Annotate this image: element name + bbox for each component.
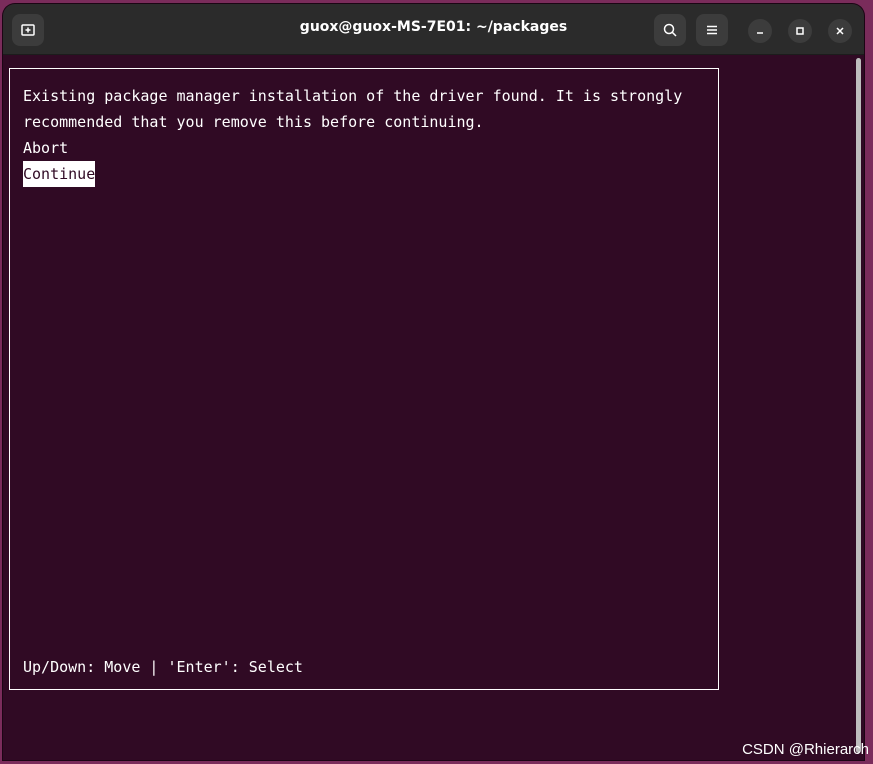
watermark: CSDN @Rhierarch xyxy=(742,741,869,758)
scrollbar[interactable] xyxy=(856,58,861,753)
dialog-message: Existing package manager installation of… xyxy=(23,83,682,135)
close-icon xyxy=(836,27,844,35)
minimize-icon xyxy=(757,32,763,34)
key-hint: Up/Down: Move | 'Enter': Select xyxy=(23,658,303,676)
search-icon xyxy=(663,23,677,37)
titlebar: guox@guox-MS-7E01: ~/packages xyxy=(3,4,864,55)
menu-button[interactable] xyxy=(696,14,728,46)
option-continue[interactable]: Continue xyxy=(23,161,96,187)
maximize-icon xyxy=(796,27,804,35)
installer-dialog: Existing package manager installation of… xyxy=(9,68,719,690)
message-line-2: recommended that you remove this before … xyxy=(23,113,484,131)
option-abort[interactable]: Abort xyxy=(23,135,68,161)
search-button[interactable] xyxy=(654,14,686,46)
close-button[interactable] xyxy=(828,19,852,43)
message-line-1: Existing package manager installation of… xyxy=(23,87,683,105)
window-title: guox@guox-MS-7E01: ~/packages xyxy=(299,19,568,35)
terminal-area[interactable]: Existing package manager installation of… xyxy=(3,55,864,760)
minimize-button[interactable] xyxy=(748,19,772,43)
maximize-button[interactable] xyxy=(788,19,812,43)
terminal-window: guox@guox-MS-7E01: ~/packages Existing p… xyxy=(3,4,864,760)
hamburger-menu-icon xyxy=(707,25,717,35)
